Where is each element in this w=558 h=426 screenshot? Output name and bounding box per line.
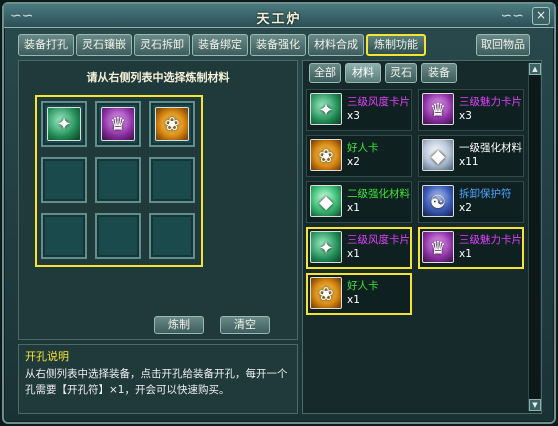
jade-gem-icon: ◆ (310, 185, 342, 217)
window-title: 天工炉 (256, 12, 302, 27)
inventory-panel: 全部 材料 灵石 装备 ✦ 三级风度卡片 x3 ♛ 三级魅力卡片 x3 ❀ 好人… (302, 60, 542, 414)
pink-card-icon: ♛ (422, 231, 454, 263)
material-slot[interactable] (95, 213, 141, 259)
item-name: 三级风度卡片 (347, 234, 410, 246)
pink-card-icon: ♛ (101, 107, 135, 141)
item-name: 一级强化材料 (459, 142, 522, 154)
item-name: 好人卡 (347, 280, 379, 292)
material-grid: ✦ ♛ ❀ (35, 95, 203, 267)
tab-gem-remove[interactable]: 灵石拆卸 (134, 34, 190, 56)
material-slot[interactable]: ♛ (95, 101, 141, 147)
inventory-item[interactable]: ☯ 拆卸保护符 x2 (418, 181, 524, 223)
material-slot[interactable]: ❀ (149, 101, 195, 147)
tab-gems[interactable]: 灵石 (385, 63, 417, 83)
blue-talisman-icon: ☯ (422, 185, 454, 217)
green-card-icon: ✦ (310, 231, 342, 263)
refine-hint: 请从右侧列表中选择炼制材料 (86, 71, 230, 84)
item-name: 三级魅力卡片 (459, 234, 522, 246)
item-name: 三级风度卡片 (347, 96, 410, 108)
inventory-item[interactable]: ❀ 好人卡 x2 (306, 135, 412, 177)
item-name: 好人卡 (347, 142, 379, 154)
gold-card-icon: ❀ (155, 107, 189, 141)
material-slot[interactable] (41, 157, 87, 203)
inventory-item[interactable]: ✦ 三级风度卡片 x3 (306, 89, 412, 131)
item-name: 二级强化材料 (347, 188, 410, 200)
item-count: x2 (347, 156, 360, 168)
title-ornament-right-icon: ∽∽ (500, 8, 524, 24)
material-slot[interactable] (149, 157, 195, 203)
inventory-item-selected[interactable]: ❀ 好人卡 x1 (306, 273, 412, 315)
close-button[interactable]: × (532, 7, 550, 25)
scroll-up-icon[interactable]: ▲ (529, 63, 541, 75)
inventory-item-selected[interactable]: ✦ 三级风度卡片 x1 (306, 227, 412, 269)
material-slot[interactable] (149, 213, 195, 259)
tab-equip-bind[interactable]: 装备绑定 (192, 34, 248, 56)
item-count: x11 (459, 156, 479, 168)
item-name: 三级魅力卡片 (459, 96, 522, 108)
material-slot[interactable] (41, 213, 87, 259)
inventory-item[interactable]: ◆ 二级强化材料 x1 (306, 181, 412, 223)
item-count: x3 (347, 110, 360, 122)
forge-button[interactable]: 炼制 (154, 316, 204, 334)
tab-materials[interactable]: 材料 (345, 63, 381, 83)
tab-equip-punch[interactable]: 装备打孔 (18, 34, 74, 56)
item-count: x1 (459, 248, 472, 260)
inventory-item-selected[interactable]: ♛ 三级魅力卡片 x1 (418, 227, 524, 269)
item-count: x1 (347, 294, 360, 306)
material-slot[interactable]: ✦ (41, 101, 87, 147)
item-count: x3 (459, 110, 472, 122)
description-title: 开孔说明 (25, 350, 69, 363)
green-card-icon: ✦ (47, 107, 81, 141)
material-slot[interactable] (95, 157, 141, 203)
title-bar[interactable]: ∽∽ 天工炉 ∽∽ × (4, 4, 554, 28)
tab-equip-enhance[interactable]: 装备强化 (250, 34, 306, 56)
tab-gem-inlay[interactable]: 灵石镶嵌 (76, 34, 132, 56)
tab-all[interactable]: 全部 (309, 63, 341, 83)
gold-card-icon: ❀ (310, 139, 342, 171)
clear-button[interactable]: 清空 (220, 316, 270, 334)
inventory-item[interactable]: ♛ 三级魅力卡片 x3 (418, 89, 524, 131)
item-count: x1 (347, 248, 360, 260)
item-name: 拆卸保护符 (459, 188, 512, 200)
forge-window: ∽∽ 天工炉 ∽∽ × 装备打孔 灵石镶嵌 灵石拆卸 装备绑定 装备强化 材料合… (2, 2, 556, 424)
pink-card-icon: ♛ (422, 93, 454, 125)
silver-gem-icon: ◆ (422, 139, 454, 171)
refine-panel: 请从右侧列表中选择炼制材料 ✦ ♛ ❀ (18, 60, 298, 340)
tab-equipment[interactable]: 装备 (421, 63, 457, 83)
description-box: 开孔说明 从右侧列表中选择装备，点击开孔给装备开孔，每开一个孔需要【开孔符】×1… (18, 344, 298, 414)
retrieve-items-button[interactable]: 取回物品 (476, 34, 530, 56)
inventory-scrollbar[interactable]: ▲ ▼ (528, 63, 541, 411)
gold-card-icon: ❀ (310, 277, 342, 309)
item-count: x2 (459, 202, 472, 214)
description-text: 从右侧列表中选择装备，点击开孔给装备开孔，每开一个孔需要【开孔符】×1，开会可以… (25, 368, 288, 396)
item-count: x1 (347, 202, 360, 214)
tab-refine[interactable]: 炼制功能 (366, 34, 426, 56)
inventory-item[interactable]: ◆ 一级强化材料 x11 (418, 135, 524, 177)
tab-material-synthesis[interactable]: 材料合成 (308, 34, 364, 56)
scroll-down-icon[interactable]: ▼ (529, 399, 541, 411)
green-card-icon: ✦ (310, 93, 342, 125)
